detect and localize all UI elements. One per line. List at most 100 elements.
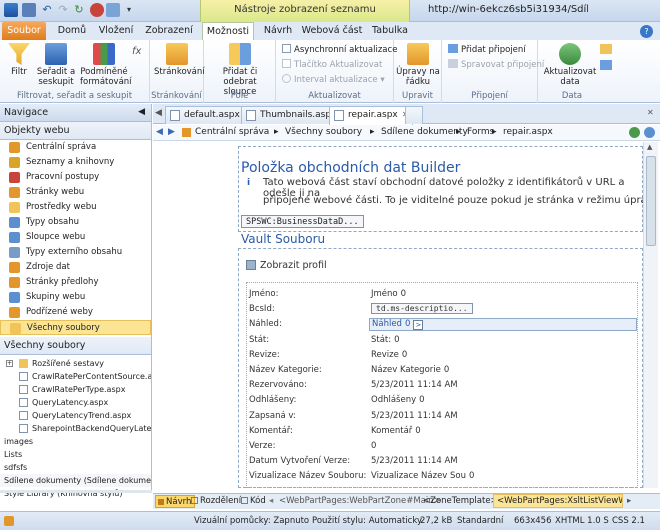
vault-webpart-title[interactable]: Vault Souboru <box>241 232 325 246</box>
scroll-up-icon[interactable]: ▲ <box>647 143 652 151</box>
field-value[interactable]: Revize 0 <box>371 350 407 360</box>
filtr-button[interactable]: Filtr <box>6 43 32 77</box>
field-value[interactable]: Odhlášeny 0 <box>371 395 425 405</box>
pridat-pripojeni-button[interactable]: Přidat připojení <box>448 44 526 56</box>
breadcrumb-all-files[interactable]: Všechny soubory <box>285 125 362 140</box>
tlacitko-checkbox[interactable]: Tlačítko Aktualizovat <box>282 59 382 71</box>
tab-moznosti[interactable]: Možnosti <box>202 22 254 41</box>
expand-icon[interactable]: + <box>6 360 13 367</box>
root-item[interactable]: Style Library (Knihovna stylů) <box>0 487 151 500</box>
nav-item-skupiny[interactable]: Skupiny webu <box>0 290 151 305</box>
field-value[interactable]: Název Kategorie 0 <box>371 365 449 375</box>
upravy-button[interactable]: Úpravy na řádku <box>396 43 440 87</box>
field-value[interactable]: td.ms-descriptio... <box>371 303 473 315</box>
file-item[interactable]: QueryLatency.aspx <box>0 396 151 409</box>
save-icon[interactable] <box>22 3 36 17</box>
bdc-webpart-title[interactable]: Položka obchodních dat Builder <box>241 160 460 176</box>
redo-icon[interactable]: ↷ <box>56 3 70 17</box>
tab-tabulka[interactable]: Tabulka <box>368 22 412 40</box>
nav-item-sloupce[interactable]: Sloupce webu <box>0 230 151 245</box>
scroll-thumb[interactable] <box>646 156 656 246</box>
interval-button[interactable]: Interval aktualizace ▾ <box>282 74 385 86</box>
breadcrumb-central[interactable]: Centrální správa <box>195 125 269 140</box>
tag-crumb-back[interactable]: ◂ <box>269 494 273 509</box>
tab-vlozeni[interactable]: Vložení <box>96 22 136 40</box>
objekty-header[interactable]: Objekty webu <box>0 122 151 140</box>
root-item[interactable]: sdfsfs <box>0 461 151 474</box>
nav-item-vsechny-soubory[interactable]: Všechny soubory <box>0 320 151 335</box>
tag-crumb-forward[interactable]: ▸ <box>627 494 631 509</box>
tag-crumb-3[interactable]: <WebPartPages:XsltListViewW... <box>493 494 623 508</box>
forward-arrow-icon[interactable]: ▶ <box>168 125 175 140</box>
pridat-ci-button[interactable]: Přidat či odebrat sloupce <box>208 43 272 97</box>
nav-item-seznamy[interactable]: Seznamy a knihovny <box>0 155 151 170</box>
field-value[interactable]: 0 <box>371 441 376 451</box>
tab-navrh[interactable]: Návrh <box>260 22 296 40</box>
nav-item-podrizene[interactable]: Podřízené weby <box>0 305 151 320</box>
field-value[interactable]: Vizualizace Název Sou 0 <box>371 471 474 481</box>
field-value[interactable]: 5/23/2011 11:14 AM <box>371 411 458 421</box>
help-icon[interactable]: ? <box>640 25 653 38</box>
customize-toolbar-icon[interactable]: ▾ <box>122 3 136 17</box>
css-status[interactable]: CSS 2.1 <box>612 512 645 530</box>
view-kod-button[interactable]: Kód <box>241 494 266 509</box>
root-item[interactable]: images <box>0 435 151 448</box>
nav-item-stranky-predlohy[interactable]: Stránky předlohy <box>0 275 151 290</box>
field-value[interactable]: Stát: 0 <box>371 335 400 345</box>
new-tab-button[interactable] <box>405 106 423 124</box>
podminene-button[interactable]: Podmíněné formátování <box>80 43 132 87</box>
nav-item-typy-obsahu[interactable]: Typy obsahu <box>0 215 151 230</box>
page-refresh-icon[interactable] <box>629 127 640 138</box>
tab-webova-cast[interactable]: Webová část <box>300 22 364 40</box>
file-item[interactable]: CrawlRatePerType.aspx <box>0 383 151 396</box>
seradit-button[interactable]: Seřadit a seskupit <box>34 43 78 87</box>
doctype-status[interactable]: XHTML 1.0 S <box>555 512 609 530</box>
preview-icon[interactable] <box>106 3 120 17</box>
nav-scrollbar[interactable] <box>0 490 152 493</box>
field-value[interactable]: Jméno 0 <box>371 289 406 299</box>
stop-icon[interactable] <box>90 3 104 17</box>
root-item[interactable]: Sdílene dokumenty (Sdílene dokument <box>0 474 151 487</box>
file-item[interactable]: CrawlRatePerContentSource.a... <box>0 370 151 383</box>
field-value[interactable]: Náhled 0 > <box>369 318 637 332</box>
collapse-icon[interactable]: ◀ <box>138 104 145 121</box>
tab-zobrazeni[interactable]: Zobrazení <box>142 22 196 40</box>
field-value[interactable]: 5/23/2011 11:14 AM <box>371 380 458 390</box>
file-item[interactable]: + Rozšířené sestavy <box>0 357 151 370</box>
tab-soubor[interactable]: Soubor <box>2 22 46 40</box>
close-document-icon[interactable]: ✕ <box>647 108 654 117</box>
field-value[interactable]: Komentář 0 <box>371 426 421 436</box>
field-value[interactable]: 5/23/2011 11:14 AM <box>371 456 458 466</box>
data-icon[interactable] <box>600 60 612 70</box>
nav-item-prostredky[interactable]: Prostředky webu <box>0 200 151 215</box>
spravovat-button[interactable]: Spravovat připojení <box>448 59 544 71</box>
tab-domu[interactable]: Domů <box>52 22 92 40</box>
formula-icon[interactable]: fx <box>132 46 141 57</box>
vertical-scrollbar[interactable]: ▲ <box>643 142 658 488</box>
doc-tab-repair[interactable]: repair.aspx✕ <box>329 106 413 125</box>
tag-crumb-2[interactable]: <ZoneTemplate> <box>423 494 498 509</box>
file-item[interactable]: QueryLatencyTrend.aspx <box>0 409 151 422</box>
breadcrumb-repair[interactable]: repair.aspx <box>503 125 553 140</box>
tag-crumb-1[interactable]: <WebPartPages:WebPartZone#Main> <box>279 494 441 509</box>
tab-back-icon[interactable]: ◀ <box>155 108 162 118</box>
style-application-status[interactable]: Použití stylu: Automaticky <box>312 512 422 530</box>
back-arrow-icon[interactable]: ◀ <box>156 125 163 140</box>
nav-item-centralni-sprava[interactable]: Centrální správa <box>0 140 151 155</box>
file-item[interactable]: SharepointBackendQueryLate... <box>0 422 151 435</box>
folder-icon[interactable] <box>600 44 612 54</box>
async-checkbox[interactable]: Asynchronní aktualizace <box>282 44 397 56</box>
breadcrumb-forms[interactable]: Forms <box>467 125 494 140</box>
strankovani-button[interactable]: Stránkování <box>154 43 205 77</box>
view-navrh-button[interactable]: Návrh <box>155 495 196 508</box>
webpart-tag-label[interactable]: SPSWC:BusinessDataD... <box>241 215 364 228</box>
undo-icon[interactable]: ↶ <box>40 3 54 17</box>
visual-aids-status[interactable]: Vizuální pomůcky: Zapnuto <box>194 512 309 530</box>
view-rozdeleni-button[interactable]: Rozdělení <box>191 494 241 509</box>
nav-item-typy-externiho[interactable]: Typy externího obsahu <box>0 245 151 260</box>
view-profile-link[interactable]: Zobrazit profil <box>260 260 327 271</box>
smart-tag-icon[interactable]: > <box>413 320 424 331</box>
nav-item-stranky-webu[interactable]: Stránky webu <box>0 185 151 200</box>
page-stop-icon[interactable] <box>644 127 655 138</box>
vsechny-header[interactable]: Všechny soubory <box>0 337 151 355</box>
